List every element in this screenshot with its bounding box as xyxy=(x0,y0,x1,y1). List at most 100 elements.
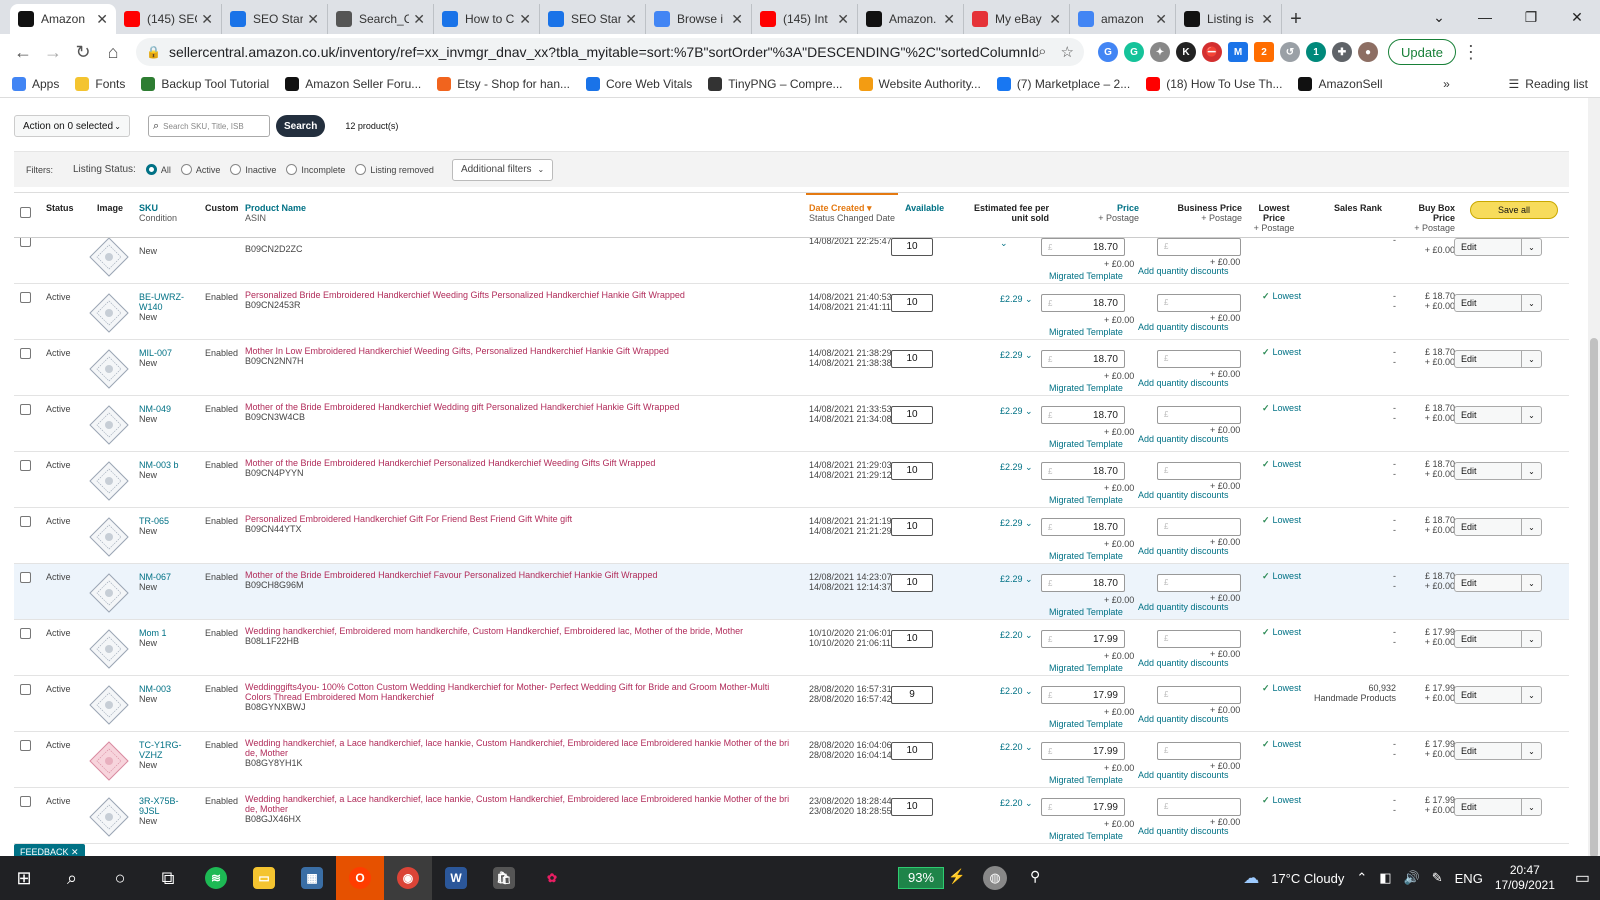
bookmark-star-icon[interactable]: ☆ xyxy=(1061,43,1074,61)
price-input[interactable]: £18.70 xyxy=(1041,462,1125,480)
bookmark-item[interactable]: (7) Marketplace – 2... xyxy=(996,76,1130,91)
row-checkbox[interactable] xyxy=(20,628,31,639)
sku-link[interactable]: Mom 1 xyxy=(139,628,167,638)
sku-link[interactable]: 3R-X75B-9JSL xyxy=(139,796,179,816)
quantity-input[interactable]: 10 xyxy=(891,462,933,480)
product-thumbnail[interactable] xyxy=(88,404,130,446)
search-icon[interactable]: ⌕ xyxy=(48,856,96,900)
translate-icon[interactable]: G xyxy=(1098,42,1118,62)
estimated-fee[interactable]: £2.29 ⌄ xyxy=(1000,350,1033,360)
close-tab-icon[interactable]: ✕ xyxy=(837,11,849,28)
back-button[interactable]: ← xyxy=(8,37,38,67)
migrated-template-link[interactable]: Migrated Template xyxy=(1049,775,1123,785)
product-thumbnail[interactable] xyxy=(88,516,130,558)
task-view-icon[interactable]: ⧉ xyxy=(144,856,192,900)
zoom-icon[interactable]: ⌕ xyxy=(1038,43,1046,61)
chevron-down-icon[interactable]: ⌄ xyxy=(1521,239,1541,255)
cortana-icon[interactable]: ○ xyxy=(96,856,144,900)
row-checkbox[interactable] xyxy=(20,684,31,695)
migrated-template-link[interactable]: Migrated Template xyxy=(1049,719,1123,729)
sku-link[interactable]: NM-003 xyxy=(139,684,171,694)
bookmark-item[interactable]: AmazonSell xyxy=(1298,76,1383,91)
close-tab-icon[interactable]: ✕ xyxy=(307,11,319,28)
tab-8[interactable]: Amazon. ✕ xyxy=(858,4,964,34)
col-status[interactable]: Status xyxy=(46,203,74,213)
tab-11[interactable]: Listing is ✕ xyxy=(1176,4,1282,34)
business-price-input[interactable]: £ xyxy=(1157,742,1241,760)
word-icon[interactable]: W xyxy=(432,856,480,900)
adblock-icon[interactable]: ⛔ xyxy=(1202,42,1222,62)
add-quantity-discounts-link[interactable]: Add quantity discounts xyxy=(1138,714,1229,724)
estimated-fee[interactable]: £2.20 ⌄ xyxy=(1000,686,1033,696)
update-button[interactable]: Update xyxy=(1388,39,1456,65)
product-thumbnail[interactable] xyxy=(88,572,130,614)
additional-filters-button[interactable]: Additional filters ⌄ xyxy=(451,158,554,181)
estimated-fee[interactable]: £2.20 ⌄ xyxy=(1000,742,1033,752)
add-quantity-discounts-link[interactable]: Add quantity discounts xyxy=(1138,434,1229,444)
windows-start-icon[interactable]: ⊞ xyxy=(0,856,48,900)
product-thumbnail[interactable] xyxy=(88,684,130,726)
store-icon[interactable]: 🛍 xyxy=(480,856,528,900)
product-thumbnail[interactable] xyxy=(88,796,130,838)
row-checkbox[interactable] xyxy=(20,292,31,303)
bookmark-item[interactable]: TinyPNG – Compre... xyxy=(708,76,843,91)
sku-link[interactable]: TC-Y1RG-VZHZ xyxy=(139,740,182,760)
reading-list-button[interactable]: ☰ Reading list xyxy=(1509,77,1588,91)
grammarly-icon[interactable]: G xyxy=(1124,42,1144,62)
migrated-template-link[interactable]: Migrated Template xyxy=(1049,495,1123,505)
business-price-input[interactable]: £ xyxy=(1157,406,1241,424)
business-price-input[interactable]: £ xyxy=(1157,574,1241,592)
migrated-template-link[interactable]: Migrated Template xyxy=(1049,607,1123,617)
row-checkbox[interactable] xyxy=(20,572,31,583)
search-input[interactable]: ⌕ Search SKU, Title, ISB xyxy=(148,115,270,137)
quantity-input[interactable]: 10 xyxy=(891,630,933,648)
sku-link[interactable]: NM-003 b xyxy=(139,460,179,470)
close-tab-icon[interactable]: ✕ xyxy=(413,11,425,28)
edit-button[interactable]: Edit ⌄ xyxy=(1454,630,1542,648)
tab-6[interactable]: Browse i ✕ xyxy=(646,4,752,34)
migrated-template-link[interactable]: Migrated Template xyxy=(1049,271,1123,281)
row-checkbox[interactable] xyxy=(20,238,31,247)
product-name-link[interactable]: Personalized Bride Embroidered Handkerch… xyxy=(245,290,685,300)
product-thumbnail[interactable] xyxy=(88,238,130,278)
close-tab-icon[interactable]: ✕ xyxy=(96,11,108,28)
close-tab-icon[interactable]: ✕ xyxy=(1261,11,1273,28)
estimated-fee[interactable]: £2.29 ⌄ xyxy=(1000,518,1033,528)
tab-10[interactable]: amazon ✕ xyxy=(1070,4,1176,34)
keepa-icon[interactable]: K xyxy=(1176,42,1196,62)
mail-icon[interactable]: M xyxy=(1228,42,1248,62)
product-name-link[interactable]: Wedding handkerchief, Embroidered mom ha… xyxy=(245,626,743,636)
estimated-fee[interactable]: £2.29 ⌄ xyxy=(1000,574,1033,584)
migrated-template-link[interactable]: Migrated Template xyxy=(1049,831,1123,841)
migrated-template-link[interactable]: Migrated Template xyxy=(1049,551,1123,561)
forward-button[interactable]: → xyxy=(38,37,68,67)
clock[interactable]: 20:47 17/09/2021 xyxy=(1495,863,1555,893)
bookmark-item[interactable]: Core Web Vitals xyxy=(586,76,692,91)
price-input[interactable]: £18.70 xyxy=(1041,518,1125,536)
close-tab-icon[interactable]: ✕ xyxy=(1155,11,1167,28)
radio-incomplete[interactable] xyxy=(286,164,298,175)
weather-text[interactable]: 17°C Cloudy xyxy=(1271,871,1344,886)
bookmark-item[interactable]: Fonts xyxy=(75,76,125,91)
migrated-template-link[interactable]: Migrated Template xyxy=(1049,439,1123,449)
edit-button[interactable]: Edit ⌄ xyxy=(1454,294,1542,312)
row-checkbox[interactable] xyxy=(20,516,31,527)
row-checkbox[interactable] xyxy=(20,740,31,751)
business-price-input[interactable]: £ xyxy=(1157,462,1241,480)
hubspot-icon[interactable]: 2 xyxy=(1254,42,1274,62)
chevron-down-icon[interactable]: ⌄ xyxy=(1521,407,1541,423)
close-tab-icon[interactable]: ✕ xyxy=(943,11,955,28)
product-name-link[interactable]: Weddinggifts4you- 100% Cotton Custom Wed… xyxy=(245,682,769,702)
more-bookmarks-icon[interactable]: » xyxy=(1443,77,1450,91)
price-input[interactable]: £17.99 xyxy=(1041,630,1125,648)
bookmark-item[interactable]: Website Authority... xyxy=(858,76,981,91)
people-icon[interactable]: ⚲ xyxy=(1030,868,1040,885)
edit-button[interactable]: Edit ⌄ xyxy=(1454,238,1542,256)
quantity-input[interactable]: 10 xyxy=(891,574,933,592)
sku-link[interactable]: MIL-007 xyxy=(139,348,172,358)
sku-link[interactable]: NM-049 xyxy=(139,404,171,414)
add-quantity-discounts-link[interactable]: Add quantity discounts xyxy=(1138,490,1229,500)
sku-link[interactable]: BE-UWRZ-W140 xyxy=(139,292,184,312)
tab-3[interactable]: Search_C ✕ xyxy=(328,4,434,34)
migrated-template-link[interactable]: Migrated Template xyxy=(1049,663,1123,673)
